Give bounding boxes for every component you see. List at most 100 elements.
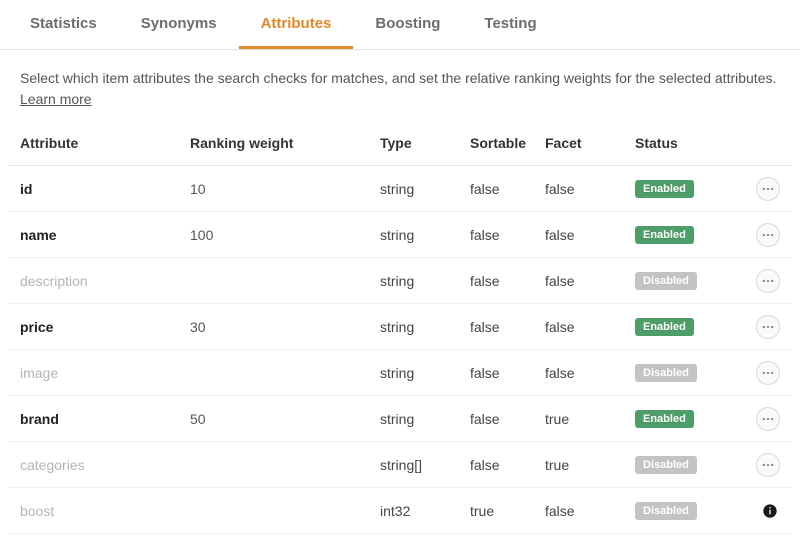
more-icon [761,412,775,426]
more-icon [761,320,775,334]
table-row: brand50stringfalsetrueEnabled [8,396,792,442]
cell-sortable: false [470,181,545,197]
col-header-status: Status [635,135,740,151]
cell-facet: false [545,319,635,335]
cell-facet: false [545,227,635,243]
tab-testing[interactable]: Testing [462,1,558,49]
more-icon [761,366,775,380]
cell-weight: 10 [190,181,380,197]
cell-type: string [380,273,470,289]
cell-action [740,177,780,201]
status-badge-enabled: Enabled [635,226,694,244]
status-badge-enabled: Enabled [635,318,694,336]
cell-facet: true [545,411,635,427]
cell-facet: false [545,181,635,197]
more-icon [761,182,775,196]
more-button[interactable] [756,361,780,385]
cell-status: Disabled [635,363,740,382]
table-row: id10stringfalsefalseEnabled [8,166,792,212]
col-header-type: Type [380,135,470,151]
tab-boosting[interactable]: Boosting [353,1,462,49]
cell-type: string [380,411,470,427]
cell-facet: false [545,365,635,381]
table-row: imagestringfalsefalseDisabled [8,350,792,396]
col-header-weight: Ranking weight [190,135,380,151]
intro-text: Select which item attributes the search … [0,50,800,120]
info-icon[interactable] [760,501,780,521]
cell-sortable: false [470,411,545,427]
tab-attributes[interactable]: Attributes [239,1,354,49]
cell-facet: true [545,457,635,473]
cell-facet: false [545,273,635,289]
attributes-table: Attribute Ranking weight Type Sortable F… [0,120,800,534]
tab-bar: Statistics Synonyms Attributes Boosting … [0,0,800,50]
cell-attribute: id [20,181,190,197]
cell-type: string[] [380,457,470,473]
cell-type: string [380,227,470,243]
status-badge-disabled: Disabled [635,456,697,474]
cell-status: Enabled [635,225,740,244]
cell-type: int32 [380,503,470,519]
more-button[interactable] [756,453,780,477]
cell-attribute: boost [20,503,190,519]
cell-action [740,407,780,431]
cell-attribute: image [20,365,190,381]
table-row: name100stringfalsefalseEnabled [8,212,792,258]
cell-status: Enabled [635,409,740,428]
col-header-facet: Facet [545,135,635,151]
cell-type: string [380,365,470,381]
cell-status: Disabled [635,501,740,520]
cell-attribute: name [20,227,190,243]
tab-statistics[interactable]: Statistics [8,1,119,49]
cell-action [740,453,780,477]
status-badge-disabled: Disabled [635,502,697,520]
table-header: Attribute Ranking weight Type Sortable F… [8,120,792,166]
cell-sortable: false [470,227,545,243]
cell-action [740,501,780,521]
status-badge-enabled: Enabled [635,410,694,428]
col-header-sortable: Sortable [470,135,545,151]
cell-attribute: price [20,319,190,335]
table-row: categories string[]falsetrueDisabled [8,442,792,488]
table-row: price30stringfalsefalseEnabled [8,304,792,350]
cell-action [740,269,780,293]
cell-status: Enabled [635,179,740,198]
cell-sortable: false [470,319,545,335]
cell-action [740,361,780,385]
cell-attribute: categories [20,457,190,473]
cell-weight: 30 [190,319,380,335]
cell-action [740,315,780,339]
more-icon [761,458,775,472]
tab-synonyms[interactable]: Synonyms [119,1,239,49]
cell-status: Disabled [635,455,740,474]
cell-sortable: false [470,273,545,289]
status-badge-disabled: Disabled [635,272,697,290]
cell-status: Enabled [635,317,740,336]
col-header-attribute: Attribute [20,135,190,151]
table-row: descriptionstringfalsefalseDisabled [8,258,792,304]
more-icon [761,274,775,288]
cell-sortable: true [470,503,545,519]
cell-type: string [380,319,470,335]
more-button[interactable] [756,223,780,247]
cell-attribute: description [20,273,190,289]
learn-more-link[interactable]: Learn more [20,91,92,107]
cell-sortable: false [470,457,545,473]
more-button[interactable] [756,177,780,201]
cell-action [740,223,780,247]
cell-weight: 100 [190,227,380,243]
more-button[interactable] [756,407,780,431]
cell-sortable: false [470,365,545,381]
cell-attribute: brand [20,411,190,427]
more-button[interactable] [756,315,780,339]
table-row: boost int32truefalseDisabled [8,488,792,534]
cell-type: string [380,181,470,197]
intro-description: Select which item attributes the search … [20,70,776,86]
cell-facet: false [545,503,635,519]
status-badge-enabled: Enabled [635,180,694,198]
more-icon [761,228,775,242]
more-button[interactable] [756,269,780,293]
status-badge-disabled: Disabled [635,364,697,382]
cell-status: Disabled [635,271,740,290]
cell-weight: 50 [190,411,380,427]
